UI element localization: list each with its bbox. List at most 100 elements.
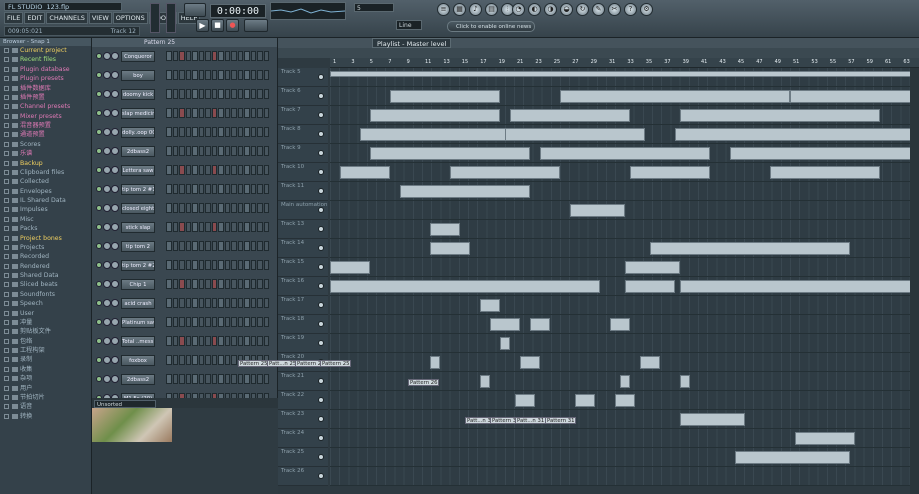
channel-pan-knob[interactable]	[103, 109, 111, 117]
step-button[interactable]	[166, 146, 172, 156]
pattern-clip[interactable]	[370, 147, 530, 160]
step-button[interactable]	[263, 241, 269, 251]
step-button[interactable]	[250, 241, 256, 251]
pattern-clip[interactable]	[430, 242, 470, 255]
step-button[interactable]	[263, 317, 269, 327]
step-button[interactable]	[198, 108, 204, 118]
browser-item[interactable]: 混音器预置	[0, 121, 91, 130]
track-lane[interactable]	[330, 334, 919, 353]
track-mute-switch[interactable]	[318, 188, 324, 194]
step-button[interactable]	[244, 184, 250, 194]
step-button[interactable]	[237, 317, 243, 327]
master-volume-slider[interactable]	[150, 3, 160, 33]
pattern-clip[interactable]	[330, 280, 600, 293]
track-lane[interactable]	[330, 353, 919, 372]
expand-icon[interactable]	[4, 282, 9, 288]
step-button[interactable]	[263, 70, 269, 80]
step-button[interactable]	[250, 146, 256, 156]
track-lane[interactable]	[330, 429, 919, 448]
step-button[interactable]	[231, 298, 237, 308]
pattern-clip[interactable]	[510, 109, 630, 122]
step-button[interactable]	[179, 203, 185, 213]
step-button[interactable]	[231, 374, 237, 384]
step-button[interactable]	[185, 317, 191, 327]
expand-icon[interactable]	[4, 57, 9, 63]
step-button[interactable]	[185, 260, 191, 270]
step-button[interactable]	[185, 108, 191, 118]
step-button[interactable]	[172, 184, 178, 194]
step-button[interactable]	[205, 146, 211, 156]
step-button[interactable]	[263, 298, 269, 308]
step-button[interactable]	[192, 89, 198, 99]
step-button[interactable]	[250, 336, 256, 346]
step-button[interactable]	[218, 70, 224, 80]
expand-icon[interactable]	[4, 244, 9, 250]
pattern-clip[interactable]	[450, 166, 560, 179]
step-button[interactable]	[205, 108, 211, 118]
expand-icon[interactable]	[4, 366, 9, 372]
track-lane[interactable]	[330, 467, 919, 486]
step-button[interactable]	[192, 165, 198, 175]
browser-item[interactable]: Scores	[0, 140, 91, 149]
track-header[interactable]: Track 8	[278, 125, 328, 144]
step-button[interactable]	[166, 127, 172, 137]
step-button[interactable]	[244, 298, 250, 308]
expand-icon[interactable]	[4, 160, 9, 166]
step-button[interactable]	[257, 70, 263, 80]
track-lane[interactable]	[330, 296, 919, 315]
step-button[interactable]	[198, 146, 204, 156]
pattern-clip[interactable]	[340, 166, 390, 179]
step-button[interactable]	[257, 279, 263, 289]
track-header[interactable]: Track 10	[278, 163, 328, 182]
expand-icon[interactable]	[4, 263, 9, 269]
step-button[interactable]	[244, 222, 250, 232]
browser-item[interactable]: 语音	[0, 402, 91, 411]
step-button[interactable]	[172, 146, 178, 156]
step-button[interactable]	[257, 89, 263, 99]
step-button[interactable]	[192, 127, 198, 137]
step-button[interactable]	[244, 70, 250, 80]
channel-volume-knob[interactable]	[111, 166, 119, 174]
channel-volume-knob[interactable]	[111, 318, 119, 326]
step-button[interactable]	[192, 279, 198, 289]
step-button[interactable]	[218, 165, 224, 175]
step-button[interactable]	[172, 279, 178, 289]
track-mute-switch[interactable]	[318, 397, 324, 403]
step-button[interactable]	[198, 260, 204, 270]
pattern-clip[interactable]	[520, 356, 540, 369]
step-button[interactable]	[205, 222, 211, 232]
step-button[interactable]	[179, 298, 185, 308]
track-mute-switch[interactable]	[318, 416, 324, 422]
pattern-clip[interactable]	[575, 394, 595, 407]
step-button[interactable]	[211, 222, 217, 232]
step-button[interactable]	[166, 279, 172, 289]
expand-icon[interactable]	[4, 376, 9, 382]
channel-pan-knob[interactable]	[103, 185, 111, 193]
pattern-clip[interactable]	[390, 90, 500, 103]
step-button[interactable]	[179, 317, 185, 327]
step-button[interactable]	[192, 51, 198, 61]
pattern-clip[interactable]	[480, 375, 490, 388]
step-button[interactable]	[237, 89, 243, 99]
step-button[interactable]	[224, 298, 230, 308]
track-mute-switch[interactable]	[318, 74, 324, 80]
step-button[interactable]	[244, 146, 250, 156]
browser-item[interactable]: Speech	[0, 299, 91, 308]
step-button[interactable]	[224, 355, 230, 365]
browser-item[interactable]: Impulses	[0, 205, 91, 214]
step-button[interactable]	[263, 260, 269, 270]
step-button[interactable]	[166, 355, 172, 365]
pattern-clip[interactable]	[610, 318, 630, 331]
pattern-clip[interactable]	[680, 413, 745, 426]
channel-name-button[interactable]: stick slap	[121, 222, 155, 233]
step-button[interactable]	[224, 260, 230, 270]
channel-pan-knob[interactable]	[103, 337, 111, 345]
step-button[interactable]	[250, 108, 256, 118]
channel-name-button[interactable]: tip tom 2 #2	[121, 260, 155, 271]
step-button[interactable]	[218, 184, 224, 194]
step-button[interactable]	[166, 260, 172, 270]
step-button[interactable]	[198, 355, 204, 365]
step-button[interactable]	[218, 355, 224, 365]
channel-name-button[interactable]: doomy kick	[121, 89, 155, 100]
play-button[interactable]: ▶	[196, 19, 209, 32]
